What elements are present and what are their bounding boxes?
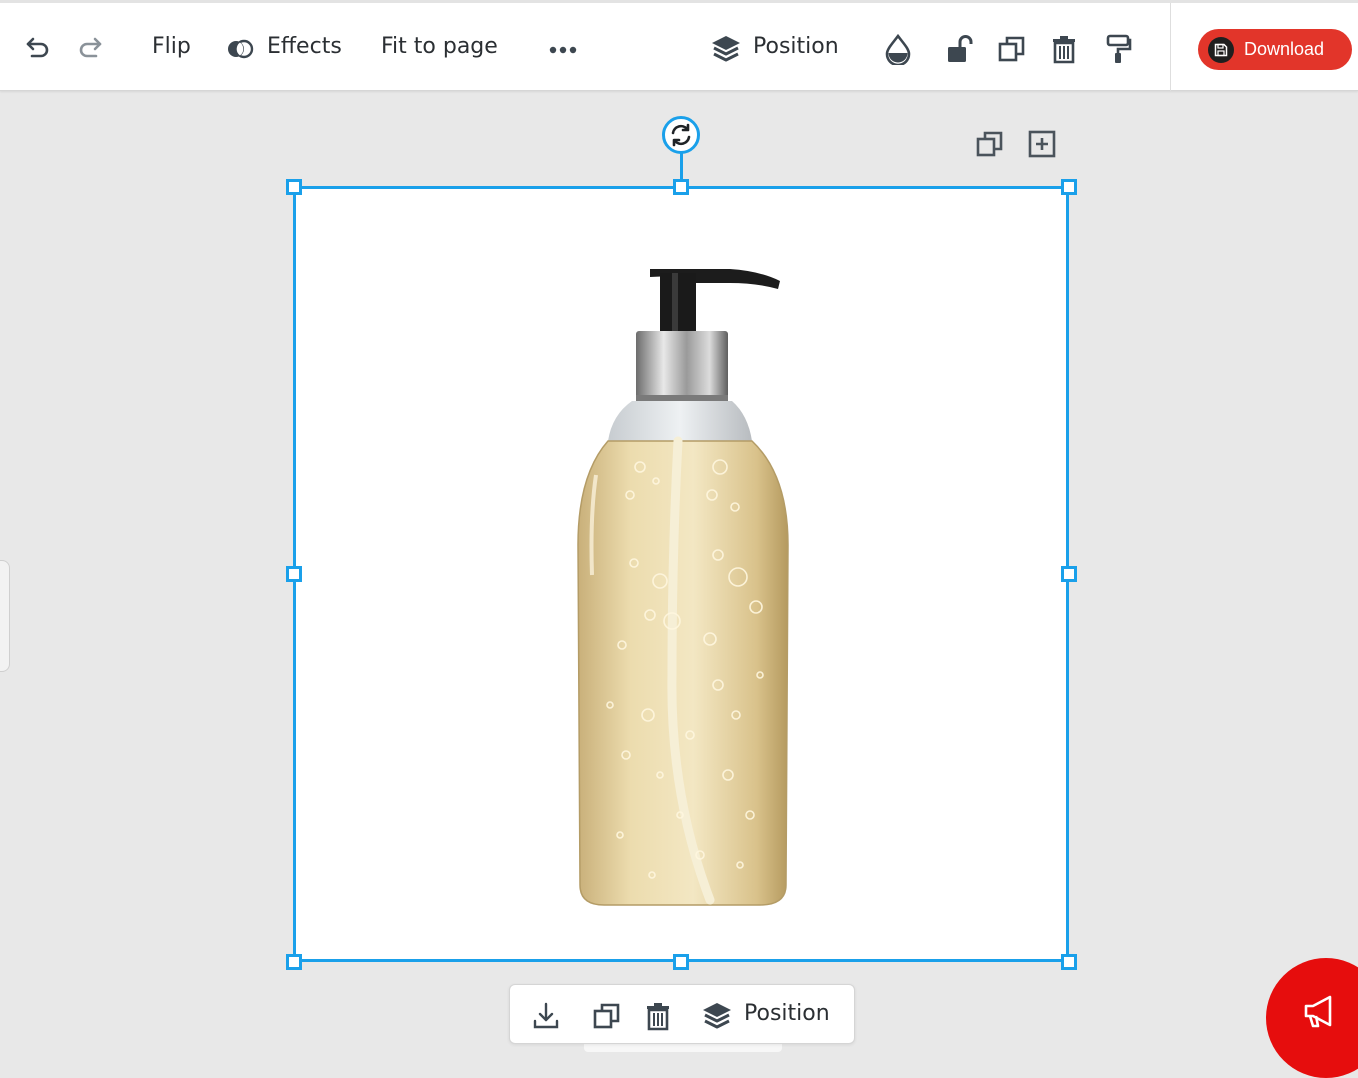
- layers-icon: [703, 1003, 731, 1029]
- top-toolbar: Flip Effects Fit to page Position Downlo…: [0, 0, 1358, 91]
- duplicate-icon: [976, 131, 1003, 157]
- duplicate-icon: [593, 1003, 620, 1029]
- rotate-handle[interactable]: [662, 116, 700, 154]
- more-icon: [549, 46, 577, 54]
- product-image[interactable]: [560, 255, 800, 915]
- resize-handle-left[interactable]: [286, 566, 302, 582]
- resize-handle-top-left[interactable]: [286, 179, 302, 195]
- download-icon: [533, 1002, 559, 1029]
- duplicate-icon: [998, 36, 1025, 62]
- resize-handle-top[interactable]: [673, 179, 689, 195]
- resize-handle-top-right[interactable]: [1061, 179, 1077, 195]
- duplicate-page-button[interactable]: [974, 128, 1006, 160]
- more-button[interactable]: [545, 32, 581, 68]
- toolbar-divider: [1170, 3, 1171, 91]
- lock-button[interactable]: [941, 31, 977, 67]
- context-toolbar: Position: [509, 984, 855, 1044]
- layers-icon: [712, 36, 740, 62]
- duplicate-button[interactable]: [994, 31, 1030, 67]
- effects-button[interactable]: Effects: [267, 32, 342, 62]
- context-position-button[interactable]: Position: [744, 999, 830, 1029]
- effects-icon: [228, 39, 254, 59]
- download-label: Download: [1244, 39, 1325, 59]
- undo-button[interactable]: [20, 30, 56, 66]
- undo-icon: [26, 37, 49, 58]
- side-panel-tab[interactable]: [0, 560, 10, 672]
- redo-icon: [79, 37, 102, 58]
- unlock-icon: [948, 35, 973, 62]
- transparency-icon: [885, 33, 911, 65]
- context-layers-button[interactable]: [699, 998, 735, 1034]
- download-button[interactable]: Download: [1198, 29, 1352, 70]
- resize-handle-bottom[interactable]: [673, 954, 689, 970]
- announcements-button[interactable]: [1266, 958, 1358, 1078]
- resize-handle-bottom-right[interactable]: [1061, 954, 1077, 970]
- paint-roller-icon: [1106, 34, 1132, 63]
- layers-icon-wrap[interactable]: [708, 31, 744, 67]
- redo-button[interactable]: [72, 30, 108, 66]
- copy-style-button[interactable]: [1100, 31, 1136, 67]
- rotate-icon: [671, 123, 691, 147]
- flip-button[interactable]: Flip: [152, 32, 191, 62]
- add-page-button[interactable]: [1026, 128, 1058, 160]
- context-download-button[interactable]: [528, 998, 564, 1034]
- fit-to-page-button[interactable]: Fit to page: [381, 32, 498, 62]
- position-button[interactable]: Position: [753, 32, 839, 62]
- trash-icon: [1053, 36, 1075, 64]
- effects-icon-wrap[interactable]: [224, 31, 256, 67]
- context-duplicate-button[interactable]: [589, 998, 625, 1034]
- add-page-icon: [1028, 130, 1056, 158]
- resize-handle-right[interactable]: [1061, 566, 1077, 582]
- trash-icon: [647, 1003, 669, 1031]
- context-delete-button[interactable]: [640, 998, 676, 1034]
- resize-handle-bottom-left[interactable]: [286, 954, 302, 970]
- delete-button[interactable]: [1046, 31, 1082, 67]
- transparency-button[interactable]: [880, 31, 916, 67]
- save-icon: [1208, 36, 1234, 63]
- megaphone-icon: [1304, 995, 1332, 1028]
